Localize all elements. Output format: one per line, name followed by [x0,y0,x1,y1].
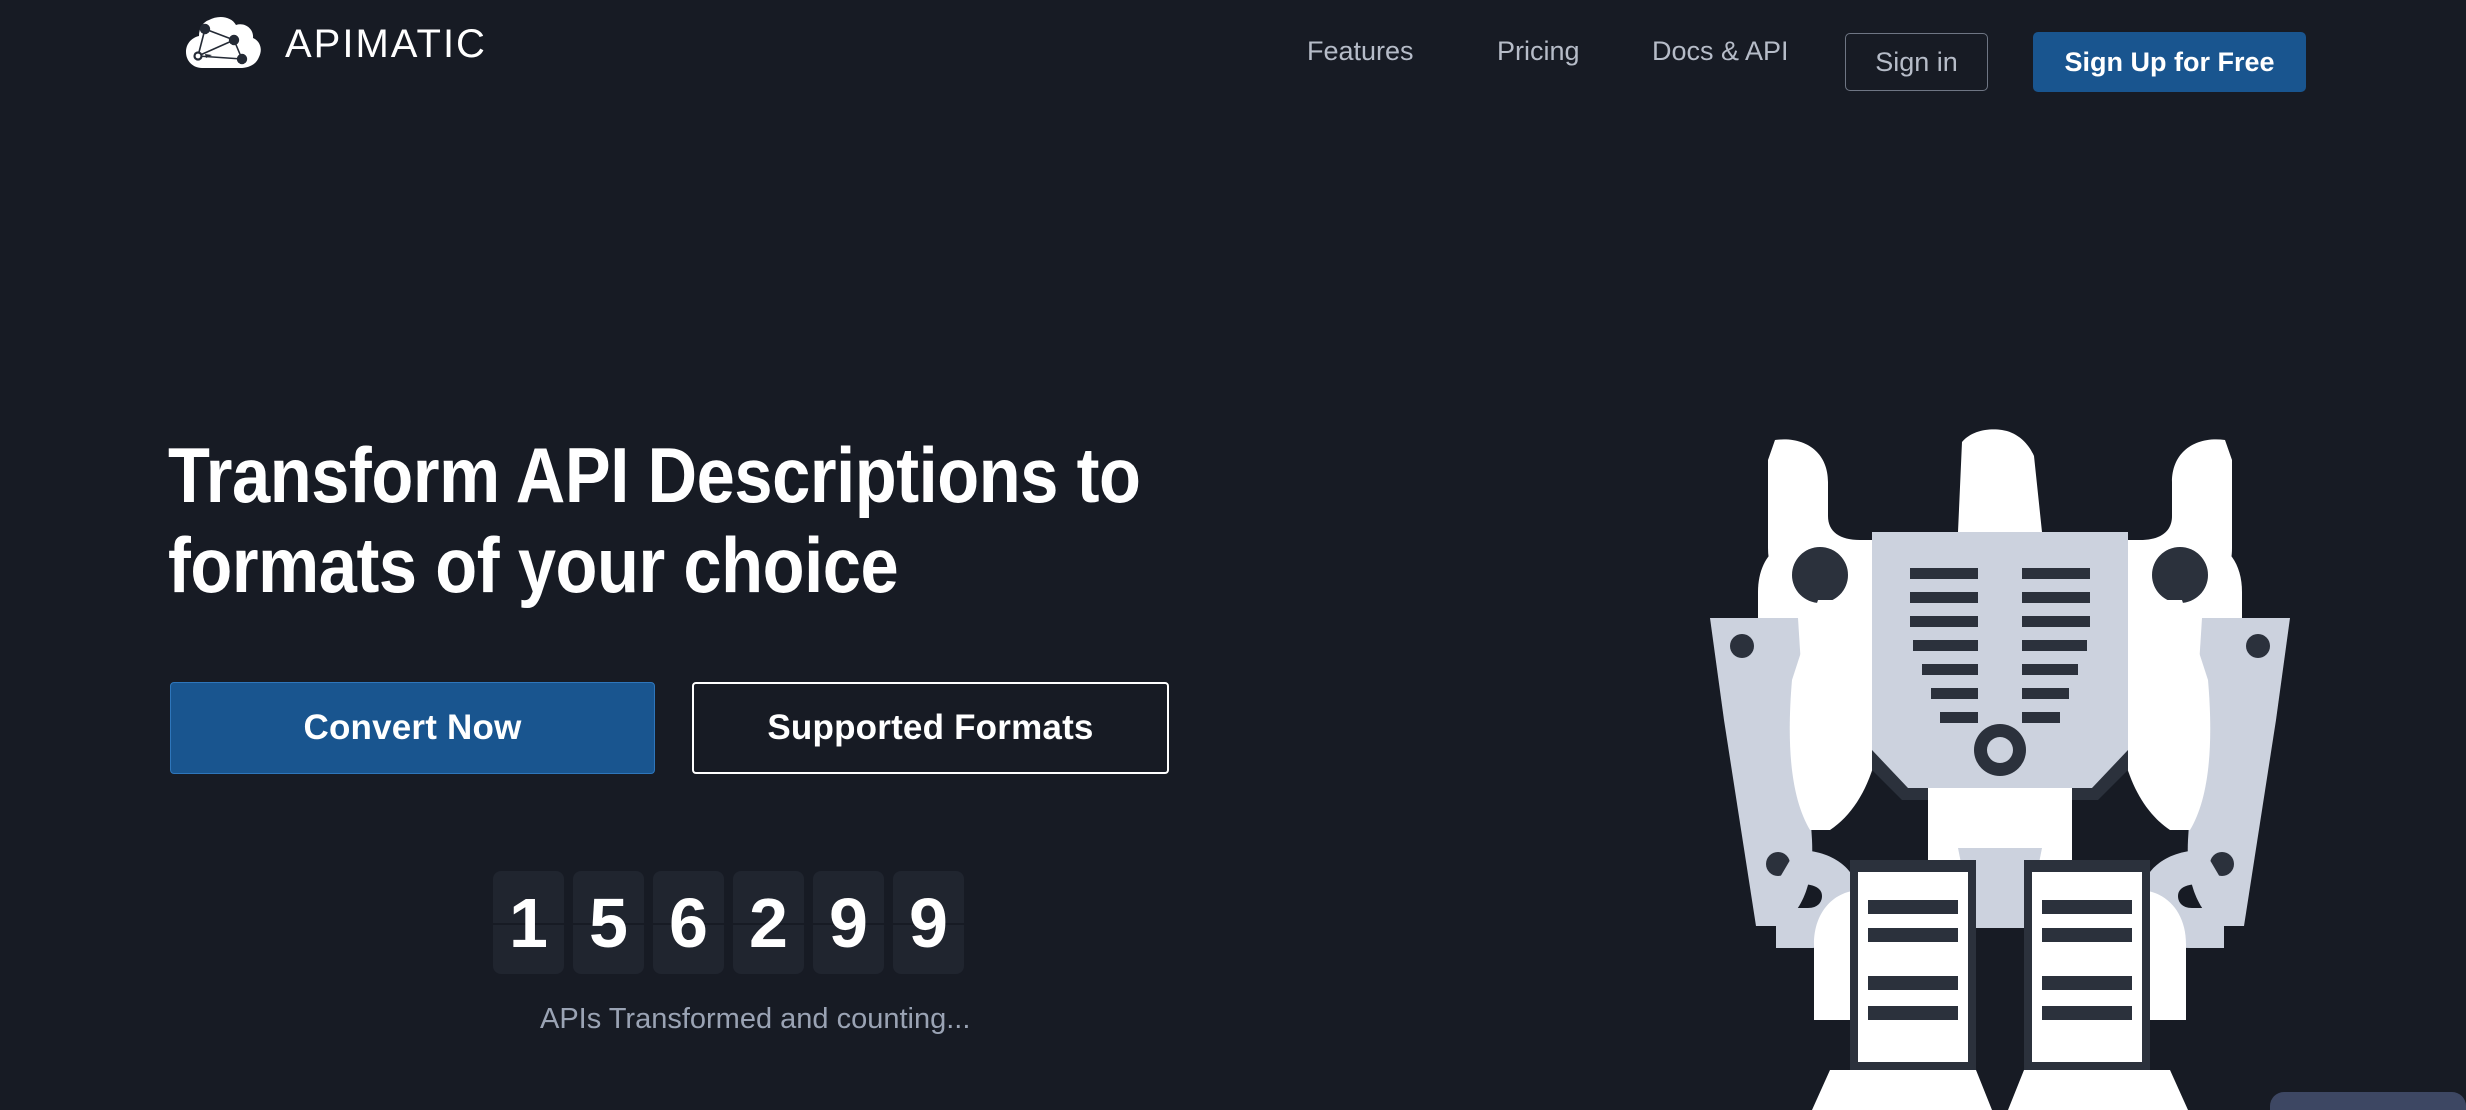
counter-digit: 5 [573,871,644,974]
cloud-network-icon [186,17,261,69]
nav-item-pricing[interactable]: Pricing [1497,38,1580,65]
api-counter: 1 5 6 2 9 9 [493,871,964,974]
counter-digit-value: 2 [749,883,788,962]
counter-digit-value: 5 [589,883,628,962]
page-title: Transform API Descriptions to formats of… [168,431,1141,609]
counter-caption: APIs Transformed and counting... [540,1003,971,1035]
nav-item-features[interactable]: Features [1307,38,1414,65]
counter-digit: 9 [893,871,964,974]
counter-digit-value: 1 [509,883,548,962]
brand-logo[interactable]: APIMATIC [185,14,487,74]
shoulder-bolt-right [2152,547,2208,603]
nav-item-docs-api[interactable]: Docs & API [1652,38,1789,65]
counter-digit: 1 [493,871,564,974]
chat-widget-button[interactable] [2270,1092,2466,1110]
counter-digit-value: 6 [669,883,708,962]
landing-page: APIMATIC Features Pricing Docs & API Sig… [0,0,2466,1110]
site-header: APIMATIC Features Pricing Docs & API Sig… [0,0,2466,100]
counter-digit-value: 9 [909,883,948,962]
counter-digit: 9 [813,871,884,974]
shoulder-bolt-left [1792,547,1848,603]
counter-digit-value: 9 [829,883,868,962]
sign-up-button[interactable]: Sign Up for Free [2033,32,2306,92]
supported-formats-button[interactable]: Supported Formats [692,682,1169,774]
counter-digit: 6 [653,871,724,974]
robot-mascot-illustration [1710,429,2290,1110]
convert-now-button[interactable]: Convert Now [170,682,655,774]
sign-in-button[interactable]: Sign in [1845,33,1988,91]
brand-name: APIMATIC [285,22,487,66]
counter-digit: 2 [733,871,804,974]
hero-section: Transform API Descriptions to formats of… [168,430,1568,610]
